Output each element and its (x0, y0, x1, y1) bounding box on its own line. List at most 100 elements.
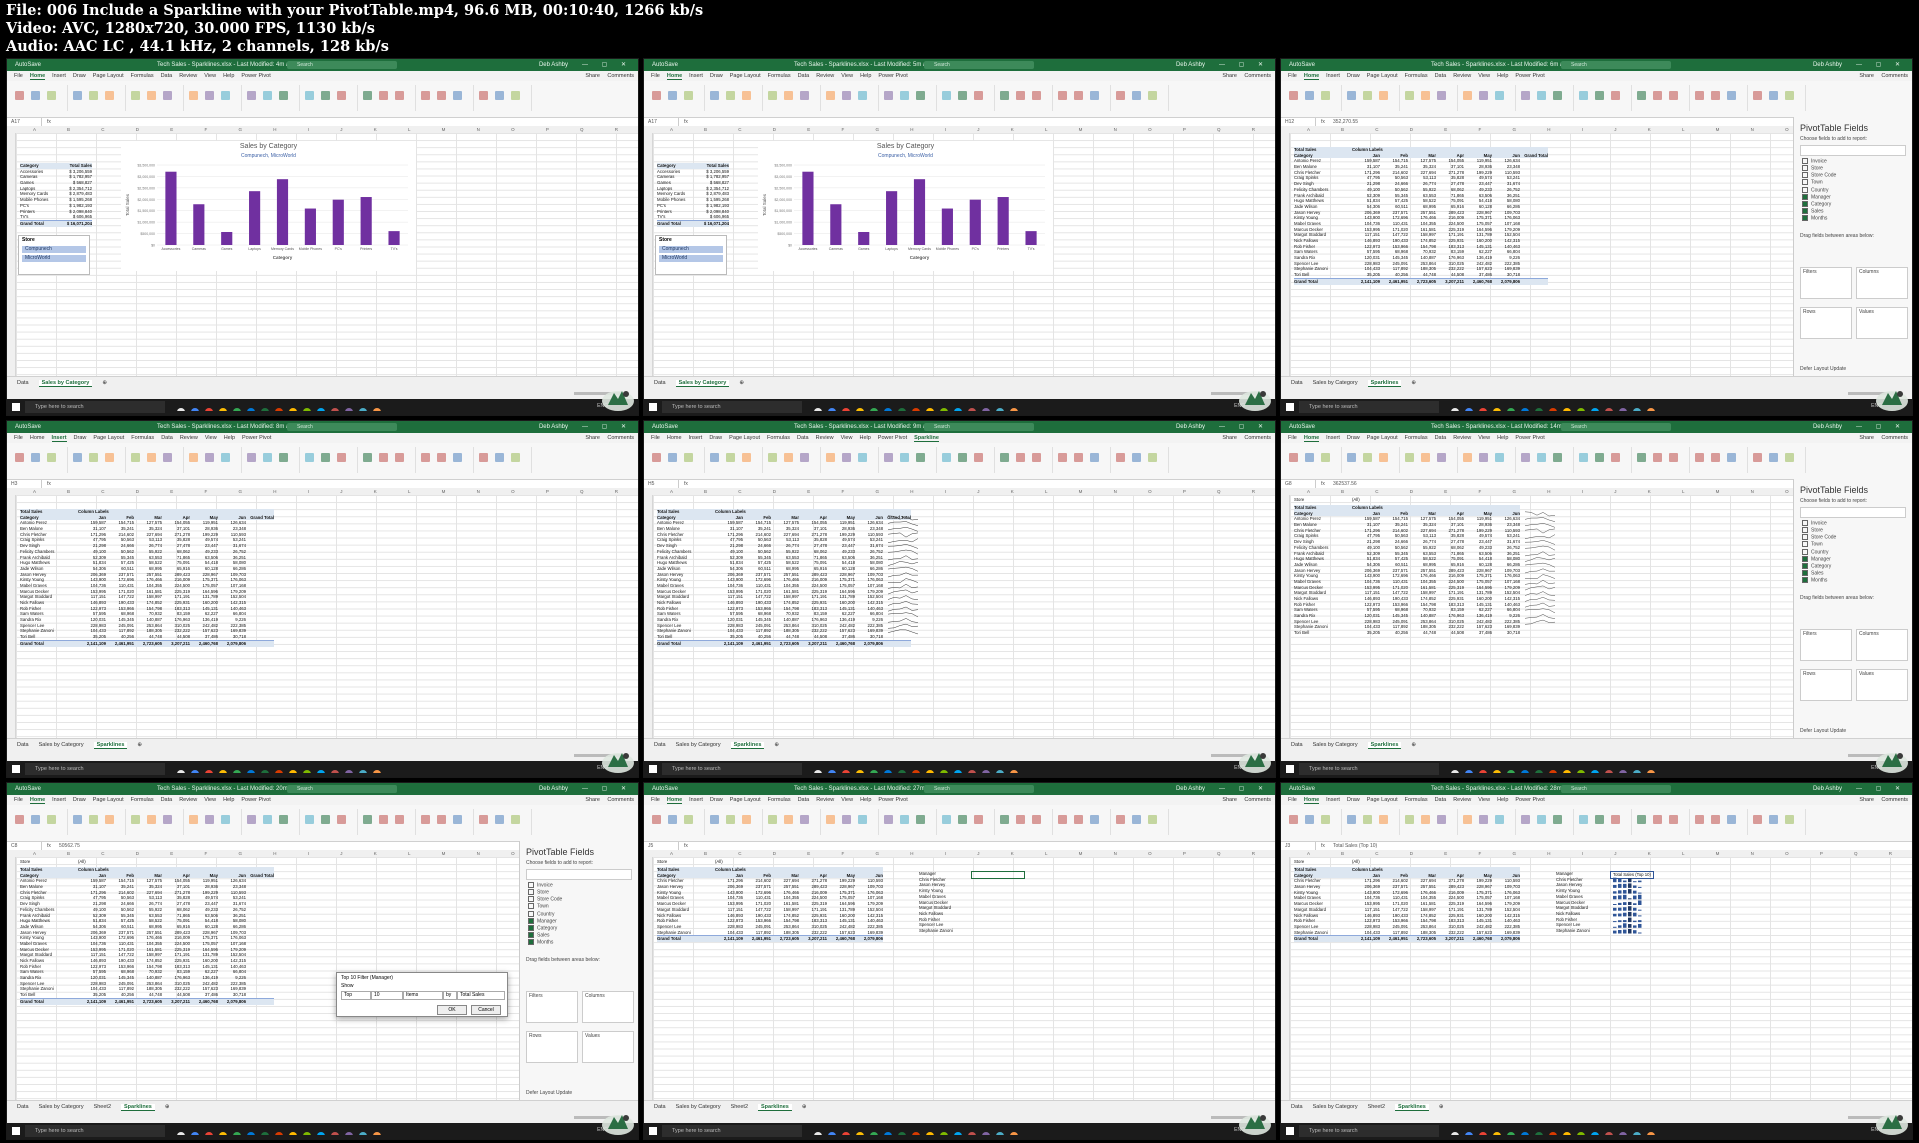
ribbon-button-icon[interactable] (1305, 815, 1314, 824)
ribbon-button-icon[interactable] (511, 91, 520, 100)
tab-page-layout[interactable]: Page Layout (93, 797, 124, 803)
share-button[interactable]: Share (1222, 71, 1237, 81)
cell-value[interactable]: 35,205 (78, 634, 106, 640)
ribbon-button-icon[interactable] (800, 815, 809, 824)
ribbon-button-icon[interactable] (1058, 91, 1067, 100)
sheet-tab[interactable]: Sales by Category (676, 742, 721, 748)
ribbon-button-icon[interactable] (47, 453, 56, 462)
taskbar-app-icon[interactable] (247, 770, 255, 773)
ribbon-button-icon[interactable] (974, 453, 983, 462)
ribbon-button-icon[interactable] (247, 91, 256, 100)
dialog-field[interactable]: by (443, 991, 457, 1000)
taskbar-app-icon[interactable] (345, 408, 353, 411)
taskbar-app-icon[interactable] (856, 1132, 864, 1135)
ribbon-button-icon[interactable] (1347, 815, 1356, 824)
field-checkbox[interactable] (1802, 569, 1808, 576)
tab-draw[interactable]: Draw (710, 73, 723, 79)
taskbar-app-icon[interactable] (317, 408, 325, 411)
ribbon-button-icon[interactable] (437, 815, 446, 824)
ribbon-button-icon[interactable] (1711, 453, 1720, 462)
tab-power-pivot[interactable]: Power Pivot (878, 797, 907, 803)
taskbar-app-icon[interactable] (289, 408, 297, 411)
ribbon-button-icon[interactable] (1727, 91, 1736, 100)
ok-button[interactable]: OK (437, 1005, 467, 1015)
tab-data[interactable]: Data (798, 797, 810, 803)
pane-field-item[interactable]: Store Code (520, 896, 638, 903)
taskbar-app-icon[interactable] (205, 1132, 213, 1135)
ribbon-button-icon[interactable] (784, 815, 793, 824)
dialog-field[interactable]: Total Sales (457, 991, 505, 1000)
cell-value[interactable]: 104,433 (1352, 930, 1380, 936)
taskbar-app-icon[interactable] (1010, 408, 1018, 411)
tab-review[interactable]: Review (816, 797, 834, 803)
cell-value[interactable]: 2,460,768 (190, 641, 218, 647)
add-sheet-icon[interactable]: ⊕ (774, 742, 779, 748)
taskbar-app-icon[interactable] (247, 408, 255, 411)
taskbar-app-icon[interactable] (1647, 408, 1655, 411)
tab-insert[interactable]: Insert (1326, 73, 1340, 79)
windows-start-icon[interactable] (649, 765, 657, 773)
add-sheet-icon[interactable]: ⊕ (739, 380, 744, 386)
share-button[interactable]: Share (1222, 433, 1237, 443)
cell-value[interactable]: 44,508 (162, 992, 190, 998)
pivottable-fields-pane[interactable]: PivotTable Fields Choose fields to add to… (1793, 117, 1912, 377)
taskbar-search[interactable]: Type here to search (662, 1125, 802, 1137)
taskbar-app-icon[interactable] (982, 1132, 990, 1135)
sales-by-category-chart[interactable]: Sales by Category Compunech, MicroWorld $0… (121, 141, 416, 271)
title-search-box[interactable]: Search (1561, 61, 1671, 69)
tab-view[interactable]: View (204, 73, 216, 79)
ribbon-button-icon[interactable] (1405, 453, 1414, 462)
pane-area-filters[interactable]: Filters (526, 991, 578, 1023)
ribbon-button-icon[interactable] (131, 815, 140, 824)
ribbon-button-icon[interactable] (73, 815, 82, 824)
ribbon-button-icon[interactable] (1611, 91, 1620, 100)
ribbon-button-icon[interactable] (31, 815, 40, 824)
tab-power-pivot[interactable]: Power Pivot (1515, 797, 1544, 803)
ribbon-button-icon[interactable] (1753, 815, 1762, 824)
sheet-tab[interactable]: Sales by Category (676, 1104, 721, 1110)
ribbon-button-icon[interactable] (511, 815, 520, 824)
taskbar-app-icon[interactable] (926, 1132, 934, 1135)
tab-page-layout[interactable]: Page Layout (1367, 797, 1398, 803)
ribbon-button-icon[interactable] (305, 453, 314, 462)
taskbar-app-icon[interactable] (177, 1132, 185, 1135)
add-sheet-icon[interactable]: ⊕ (1411, 742, 1416, 748)
ribbon-button-icon[interactable] (1363, 815, 1372, 824)
field-checkbox[interactable] (528, 924, 534, 931)
ribbon-button-icon[interactable] (421, 815, 430, 824)
tab-power-pivot[interactable]: Power Pivot (1515, 435, 1544, 441)
ribbon-button-icon[interactable] (321, 91, 330, 100)
tab-file[interactable]: File (651, 73, 660, 79)
pane-area-filters[interactable]: Filters (1800, 267, 1852, 299)
ribbon-button-icon[interactable] (1363, 453, 1372, 462)
fx-icon[interactable]: fx (47, 480, 51, 488)
comments-button[interactable]: Comments (1244, 795, 1271, 805)
store-slicer[interactable]: Store Compunech MicroWorld (655, 235, 727, 275)
sparkline-column[interactable] (1610, 877, 1646, 934)
taskbar-app-icon[interactable] (233, 1132, 241, 1135)
taskbar-app-icon[interactable] (996, 408, 1004, 411)
tab-data[interactable]: Data (797, 435, 809, 441)
tab-data[interactable]: Data (161, 73, 173, 79)
taskbar-app-icon[interactable] (289, 770, 297, 773)
cell-value[interactable]: 2,141,109 (78, 999, 106, 1005)
ribbon-button-icon[interactable] (684, 453, 693, 462)
taskbar-app-icon[interactable] (1605, 770, 1613, 773)
tab-home[interactable]: Home (29, 797, 46, 804)
ribbon-button-icon[interactable] (1289, 91, 1298, 100)
ribbon-button-icon[interactable] (147, 815, 156, 824)
tab-view[interactable]: View (841, 435, 853, 441)
ribbon-button-icon[interactable] (784, 91, 793, 100)
ribbon-button-icon[interactable] (1074, 453, 1083, 462)
taskbar-app-icon[interactable] (1465, 1132, 1473, 1135)
tab-page-layout[interactable]: Page Layout (93, 435, 124, 441)
tab-help[interactable]: Help (224, 435, 235, 441)
ribbon-button-icon[interactable] (337, 815, 346, 824)
tab-page-layout[interactable]: Page Layout (1367, 73, 1398, 79)
taskbar-app-icon[interactable] (1549, 770, 1557, 773)
tab-help[interactable]: Help (1497, 435, 1508, 441)
taskbar-app-icon[interactable] (996, 770, 1004, 773)
window-controls[interactable]: — ▢ ✕ (1856, 783, 1906, 795)
taskbar-search[interactable]: Type here to search (1299, 401, 1439, 413)
ribbon-button-icon[interactable] (652, 815, 661, 824)
